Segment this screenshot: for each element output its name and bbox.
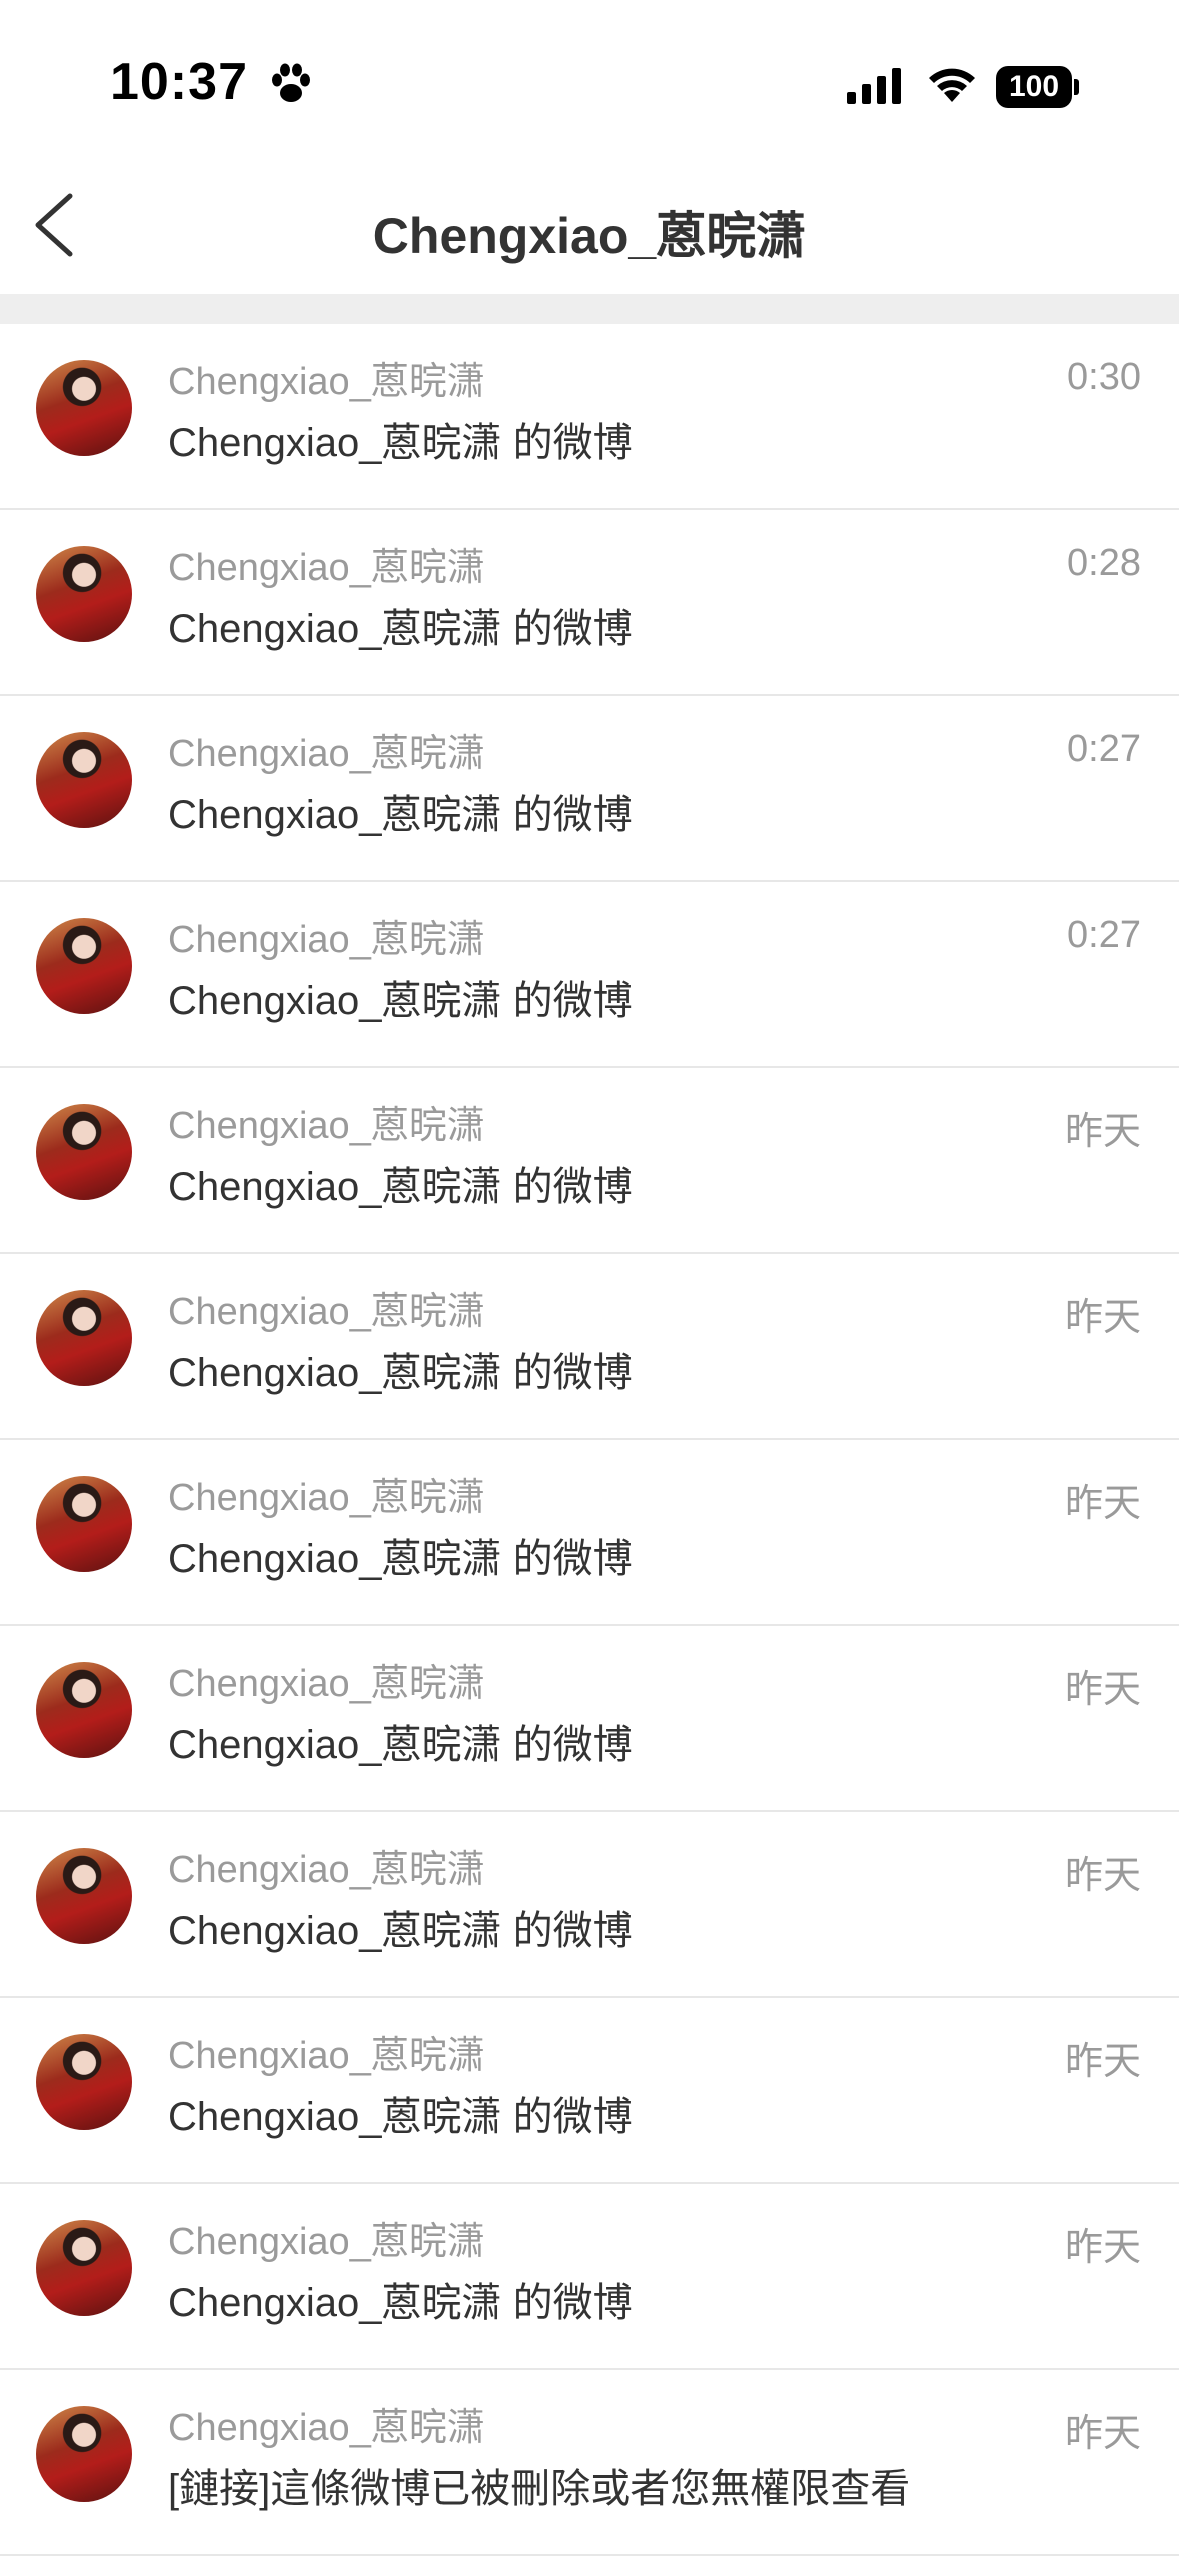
list-item[interactable]: Chengxiao_蒽晥潇 Chengxiao_蒽晥潇 的微博 0:27	[0, 696, 1179, 882]
avatar[interactable]	[36, 2220, 132, 2316]
avatar[interactable]	[36, 732, 132, 828]
avatar[interactable]	[36, 2034, 132, 2130]
timestamp: 昨天	[1064, 1111, 1141, 1153]
list-item[interactable]: Chengxiao_蒽晥潇 Chengxiao_蒽晥潇 的微博 昨天	[0, 1440, 1179, 1626]
sender-name: Chengxiao_蒽晥潇	[168, 2221, 485, 2263]
list-item[interactable]: Chengxiao_蒽晥潇 Chengxiao_蒽晥潇 的微博 0:27	[0, 882, 1179, 1068]
list-item[interactable]: Chengxiao_蒽晥潇 Chengxiao_蒽晥潇 的微博 昨天	[0, 1068, 1179, 1254]
sender-name: Chengxiao_蒽晥潇	[168, 1105, 485, 1147]
wifi-icon	[929, 68, 975, 102]
list-item[interactable]: Chengxiao_蒽晥潇 Chengxiao_蒽晥潇 的微博 0:30	[0, 324, 1179, 510]
avatar[interactable]	[36, 918, 132, 1014]
timestamp: 昨天	[1064, 2413, 1141, 2455]
section-divider	[0, 294, 1179, 324]
signal-icon	[847, 68, 901, 104]
list-item[interactable]: Chengxiao_蒽晥潇 Chengxiao_蒽晥潇 的微博 昨天	[0, 1254, 1179, 1440]
battery-indicator: 100	[996, 66, 1079, 108]
sender-name: Chengxiao_蒽晥潇	[168, 1663, 485, 1705]
battery-level: 100	[996, 66, 1072, 108]
timestamp: 昨天	[1064, 1483, 1141, 1525]
timestamp: 昨天	[1064, 1669, 1141, 1711]
sender-name: Chengxiao_蒽晥潇	[168, 1849, 485, 1891]
avatar[interactable]	[36, 1290, 132, 1386]
message-preview: Chengxiao_蒽晥潇 的微博	[168, 1723, 633, 1767]
list-item[interactable]: Chengxiao_蒽晥潇 Chengxiao_蒽晥潇 的微博 昨天	[0, 2184, 1179, 2370]
message-preview: Chengxiao_蒽晥潇 的微博	[168, 979, 633, 1023]
timestamp: 昨天	[1064, 1297, 1141, 1339]
message-preview: Chengxiao_蒽晥潇 的微博	[168, 793, 633, 837]
sender-name: Chengxiao_蒽晥潇	[168, 361, 485, 403]
sender-name: Chengxiao_蒽晥潇	[168, 1291, 485, 1333]
nav-bar: Chengxiao_蒽晥潇	[0, 160, 1179, 294]
message-preview: Chengxiao_蒽晥潇 的微博	[168, 1351, 633, 1395]
list-item[interactable]: Chengxiao_蒽晥潇 Chengxiao_蒽晥潇 的微博 昨天	[0, 1812, 1179, 1998]
message-preview: Chengxiao_蒽晥潇 的微博	[168, 421, 633, 465]
timestamp: 0:28	[1067, 542, 1141, 584]
message-preview: Chengxiao_蒽晥潇 的微博	[168, 1909, 633, 1953]
timestamp: 0:27	[1067, 914, 1141, 956]
message-preview: Chengxiao_蒽晥潇 的微博	[168, 1537, 633, 1581]
page-title: Chengxiao_蒽晥潇	[372, 208, 807, 264]
avatar[interactable]	[36, 1104, 132, 1200]
avatar[interactable]	[36, 1848, 132, 1944]
battery-tip	[1074, 79, 1079, 95]
timestamp: 0:27	[1067, 728, 1141, 770]
message-preview: [鏈接]這條微博已被刪除或者您無權限查看	[168, 2467, 911, 2511]
avatar[interactable]	[36, 1662, 132, 1758]
status-time: 10:37	[110, 53, 248, 111]
timestamp: 0:30	[1067, 356, 1141, 398]
avatar[interactable]	[36, 546, 132, 642]
sender-name: Chengxiao_蒽晥潇	[168, 919, 485, 961]
timestamp: 昨天	[1064, 2227, 1141, 2269]
list-item[interactable]: Chengxiao_蒽晥潇 Chengxiao_蒽晥潇 的微博 昨天	[0, 1626, 1179, 1812]
sender-name: Chengxiao_蒽晥潇	[168, 547, 485, 589]
sender-name: Chengxiao_蒽晥潇	[168, 733, 485, 775]
list-item[interactable]: Chengxiao_蒽晥潇 Chengxiao_蒽晥潇 的微博 0:28	[0, 510, 1179, 696]
list-item[interactable]: Chengxiao_蒽晥潇 [鏈接]這條微博已被刪除或者您無權限查看 昨天	[0, 2370, 1179, 2556]
message-preview: Chengxiao_蒽晥潇 的微博	[168, 2281, 633, 2325]
message-preview: Chengxiao_蒽晥潇 的微博	[168, 607, 633, 651]
message-list: Chengxiao_蒽晥潇 Chengxiao_蒽晥潇 的微博 0:30 Che…	[0, 324, 1179, 2556]
avatar[interactable]	[36, 2406, 132, 2502]
message-preview: Chengxiao_蒽晥潇 的微博	[168, 2095, 633, 2139]
paw-icon	[272, 63, 310, 102]
status-bar: 10:37 100	[0, 0, 1179, 160]
message-preview: Chengxiao_蒽晥潇 的微博	[168, 1165, 633, 1209]
sender-name: Chengxiao_蒽晥潇	[168, 2407, 485, 2449]
sender-name: Chengxiao_蒽晥潇	[168, 1477, 485, 1519]
list-item[interactable]: Chengxiao_蒽晥潇 Chengxiao_蒽晥潇 的微博 昨天	[0, 1998, 1179, 2184]
timestamp: 昨天	[1064, 1855, 1141, 1897]
avatar[interactable]	[36, 1476, 132, 1572]
timestamp: 昨天	[1064, 2041, 1141, 2083]
sender-name: Chengxiao_蒽晥潇	[168, 2035, 485, 2077]
avatar[interactable]	[36, 360, 132, 456]
